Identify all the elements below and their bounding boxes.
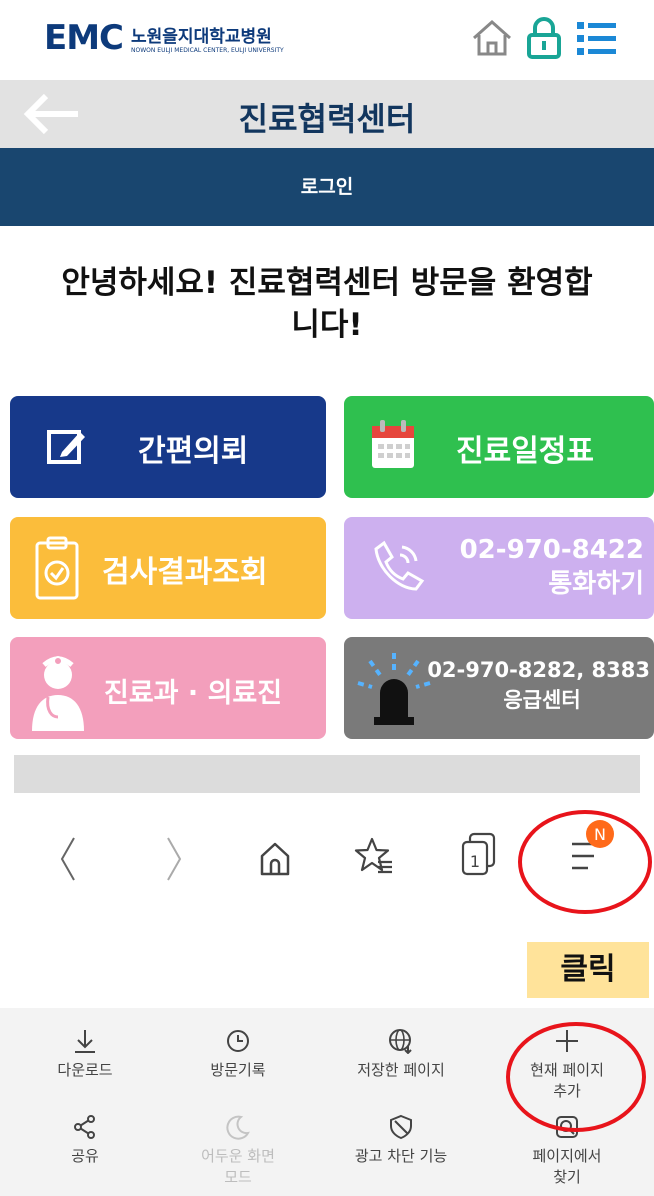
login-label: 로그인 [300,176,354,198]
saved-pages-icon [389,1029,412,1054]
ad-block-icon [390,1114,412,1140]
doctor-icon [32,656,84,731]
edit-icon [47,430,85,464]
hospital-logo[interactable]: EMC 노원을지대학교병원 NOWON EULJI MEDICAL CENTER… [44,18,284,58]
quick-referral-tile[interactable]: 간편의뢰 [10,396,326,498]
logo-name-kr: 노원을지대학교병원 [131,27,272,47]
share-icon [74,1115,95,1139]
menu-item-ad-block[interactable]: 광고 차단 기능 [326,1114,476,1167]
footer-bar [14,755,640,793]
welcome-message: 안녕하세요! 진료협력센터 방문을 환영합 니다! [61,265,593,343]
test-results-tile[interactable]: 검사결과조회 [10,517,326,619]
menu-item-history[interactable]: 방문기록 [163,1028,313,1081]
back-icon[interactable] [58,834,78,884]
history-icon [227,1030,249,1052]
menu-item-dark-mode: 어두운 화면 모드 [163,1114,313,1188]
page-title: 진료협력센터 [238,100,416,138]
calendar-icon [372,420,414,468]
clipboard-check-icon [35,536,79,600]
click-annotation: 클릭 [527,942,649,998]
menu-item-saved-pages[interactable]: 저장한 페이지 [326,1028,476,1081]
login-button[interactable]: 로그인 [0,148,654,226]
menu-item-download[interactable]: 다운로드 [10,1028,160,1081]
tile-label: 간편의뢰 [138,434,249,469]
emergency-center-tile[interactable]: 02-970-8282, 8383 응급센터 [344,637,654,739]
site-header: EMC 노원을지대학교병원 NOWON EULJI MEDICAL CENTER… [0,0,654,72]
dark-mode-icon [226,1115,250,1140]
call-tile[interactable]: 02-970-8422 통화하기 [344,517,654,619]
home-icon[interactable] [470,16,514,60]
highlight-add-page-circle [506,1022,646,1132]
list-menu-icon[interactable] [574,16,618,60]
bookmark-icon[interactable] [354,836,394,876]
home-icon[interactable] [258,840,292,876]
menu-item-share[interactable]: 공유 [10,1114,160,1167]
tile-label: 진료일정표 [456,434,594,469]
tile-label: 02-970-8422 통화하기 [459,535,644,599]
tile-label: 02-970-8282, 8383 응급센터 [427,658,650,712]
logo-brand: EMC [44,18,124,58]
lock-icon[interactable] [522,16,566,60]
tabs-icon[interactable]: 1 [460,832,498,878]
download-icon [75,1030,95,1053]
logo-name-en: NOWON EULJI MEDICAL CENTER, EULJI UNIVER… [131,47,284,54]
schedule-tile[interactable]: 진료일정표 [344,396,654,498]
page-title-bar: 진료협력센터 [0,80,654,148]
tile-label: 검사결과조회 [102,555,268,590]
forward-icon[interactable] [164,834,184,884]
tile-label: 진료과 · 의료진 [104,678,283,709]
departments-doctors-tile[interactable]: 진료과 · 의료진 [10,637,326,739]
highlight-menu-circle [518,810,652,914]
tab-count: 1 [470,852,480,871]
